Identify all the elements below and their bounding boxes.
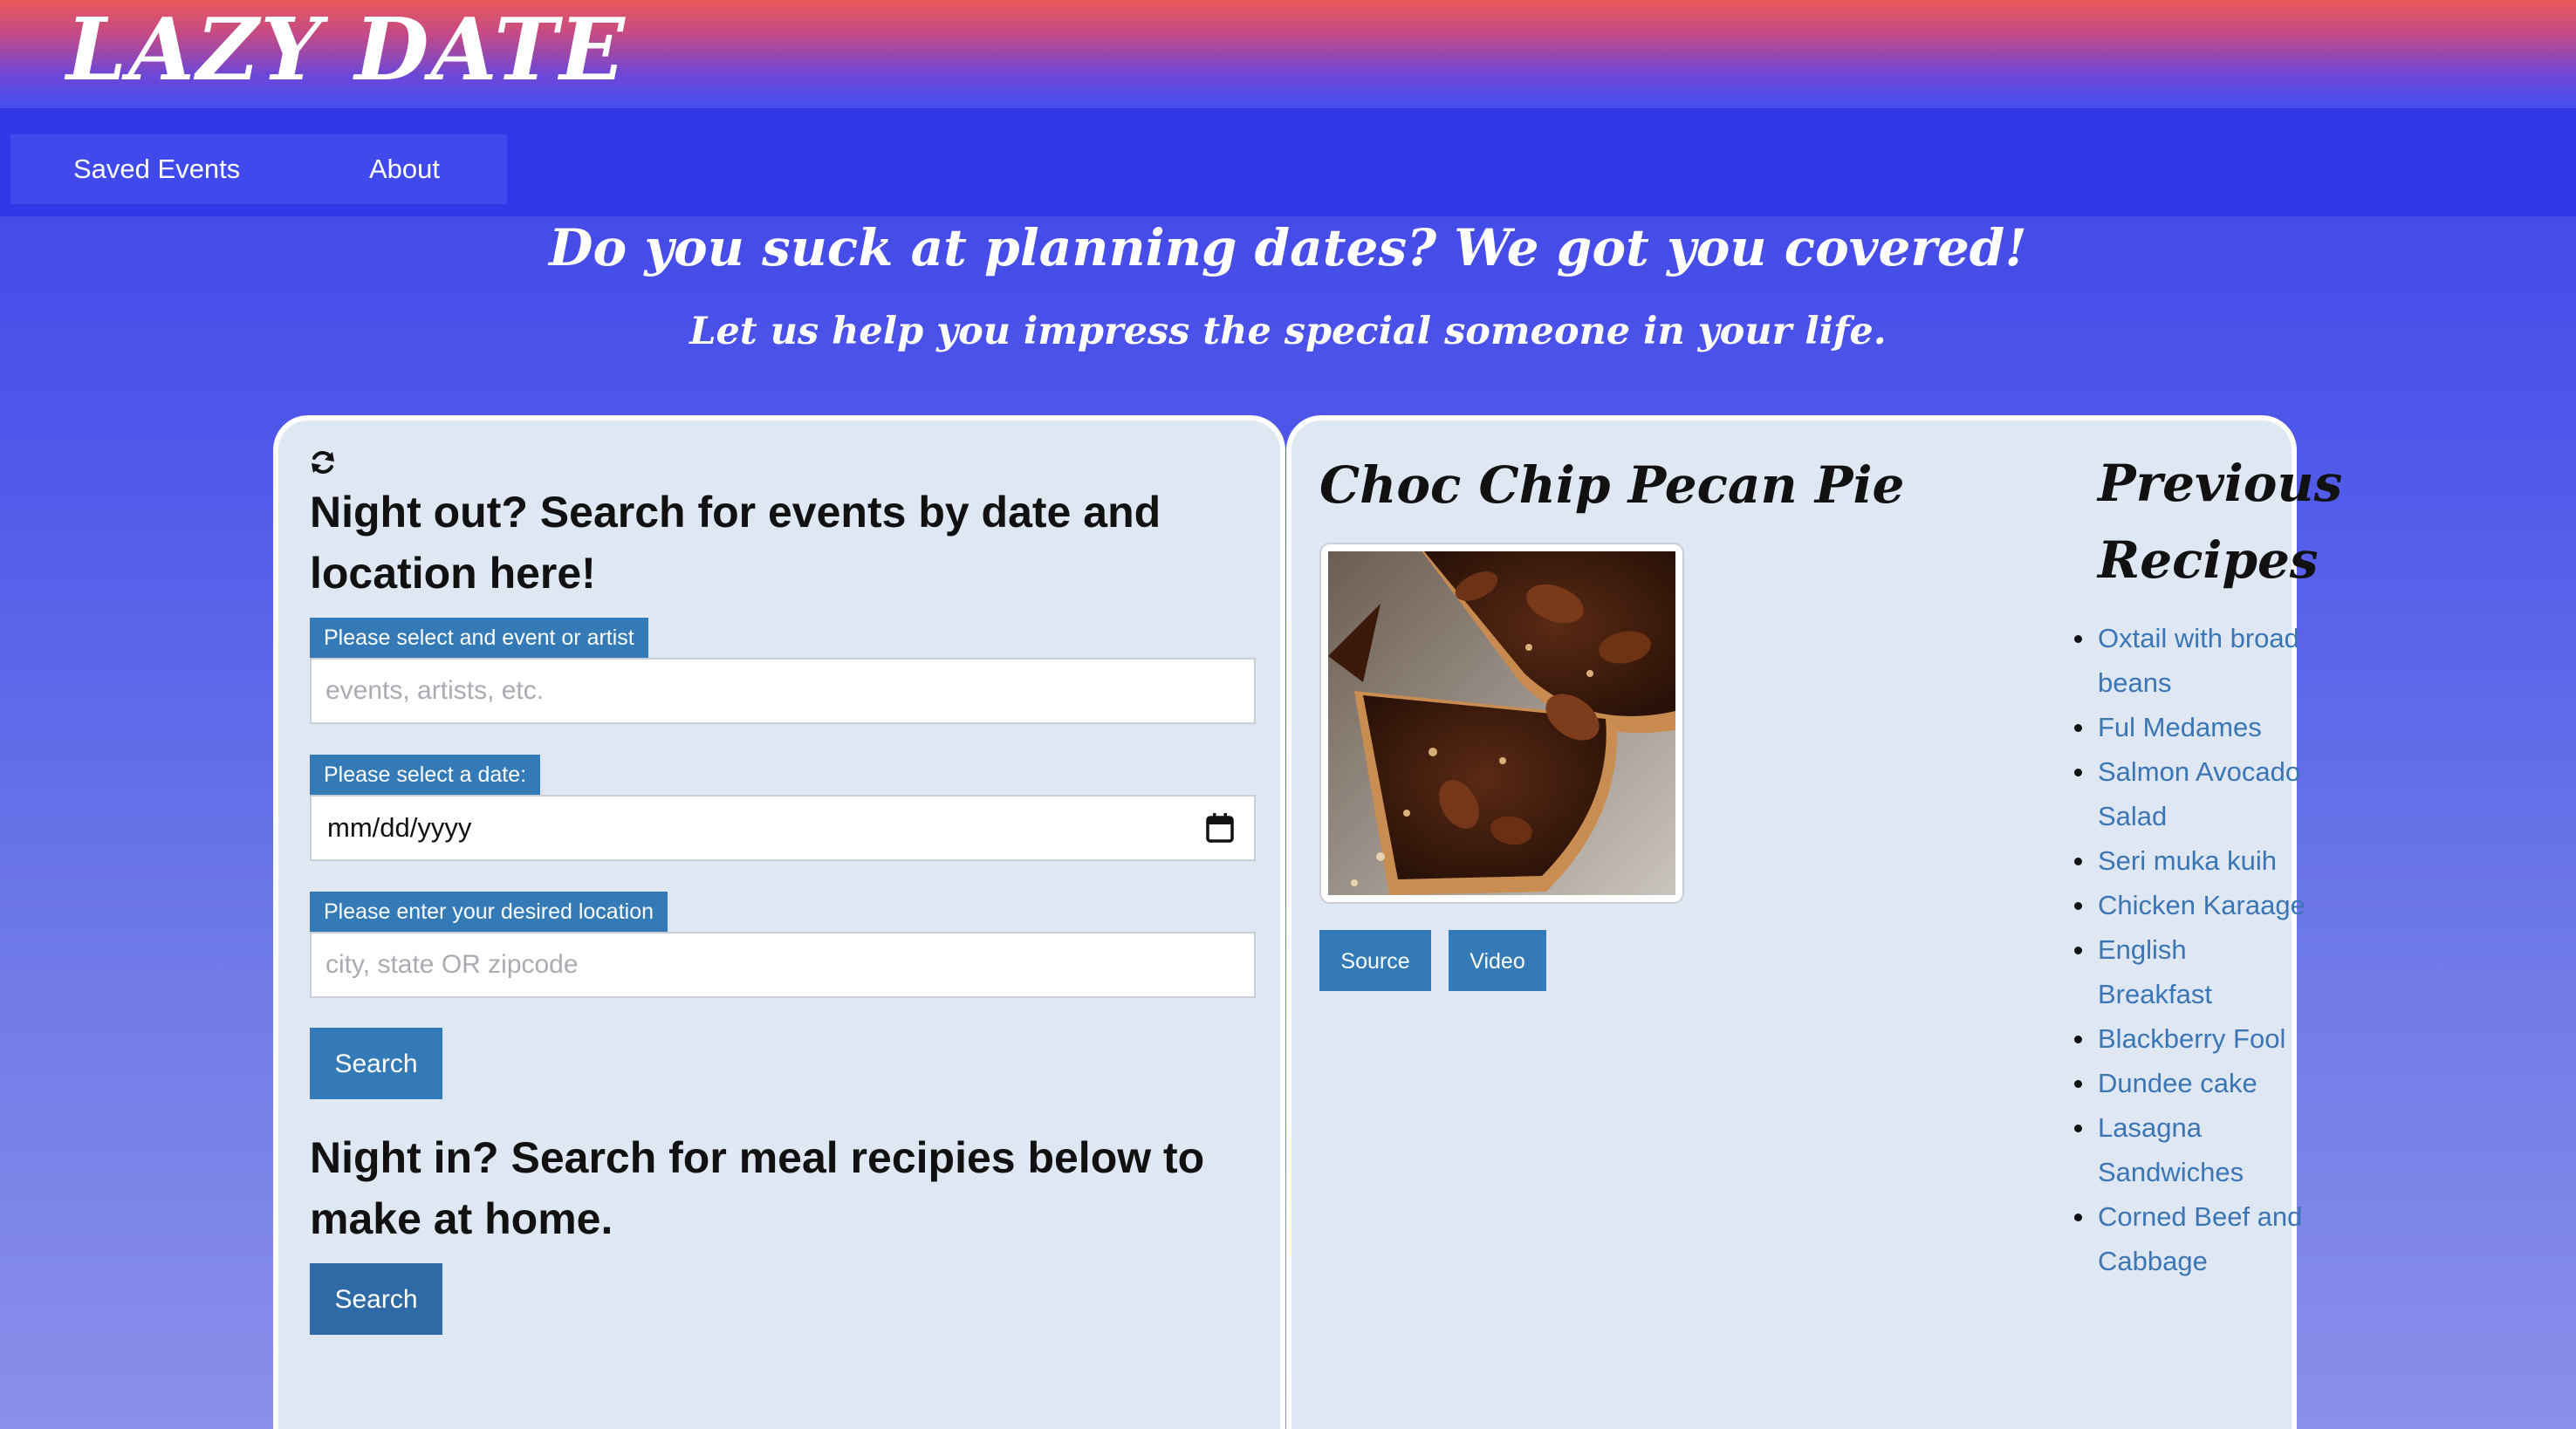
hero-subtitle: Let us help you impress the special some… bbox=[689, 310, 1887, 353]
meals-heading: Night in? Search for meal recipies below… bbox=[310, 1133, 1205, 1243]
previous-recipe-item[interactable]: Lasagna Sandwiches bbox=[2074, 1105, 2307, 1194]
date-picker-input[interactable]: mm/dd/yyyy bbox=[310, 795, 1256, 861]
event-search-button[interactable]: Search bbox=[310, 1028, 442, 1099]
previous-recipe-item[interactable]: Seri muka kuih bbox=[2074, 838, 2307, 883]
previous-recipe-item[interactable]: English Breakfast bbox=[2074, 927, 2307, 1016]
recipe-source-button[interactable]: Source bbox=[1319, 930, 1431, 991]
previous-recipe-item[interactable]: Ful Medames bbox=[2074, 705, 2307, 749]
refresh-icon[interactable] bbox=[309, 448, 337, 476]
previous-recipe-item[interactable]: Chicken Karaage bbox=[2074, 883, 2307, 927]
event-field-label: Please select and event or artist bbox=[310, 618, 648, 658]
date-value: mm/dd/yyyy bbox=[327, 812, 472, 843]
events-heading: Night out? Search for events by date and… bbox=[310, 488, 1161, 598]
event-search-input[interactable] bbox=[310, 658, 1256, 724]
recipe-image bbox=[1328, 551, 1675, 895]
previous-recipe-item[interactable]: Blackberry Fool bbox=[2074, 1016, 2307, 1061]
nav-saved-events-link[interactable]: Saved Events bbox=[73, 134, 240, 204]
location-input[interactable] bbox=[310, 932, 1256, 998]
previous-recipe-item[interactable]: Oxtail with broad beans bbox=[2074, 616, 2307, 705]
search-card: Night out? Search for events by date and… bbox=[273, 415, 1285, 1429]
recipe-title: Choc Chip Pecan Pie bbox=[1319, 455, 1905, 515]
nav-about-link[interactable]: About bbox=[369, 134, 440, 204]
recipe-card: Choc Chip Pecan Pie Source Video Previou… bbox=[1286, 415, 2342, 1429]
previous-recipes-list: Oxtail with broad beans Ful Medames Salm… bbox=[2074, 616, 2307, 1283]
meal-search-button[interactable]: Search bbox=[310, 1263, 442, 1335]
recipe-video-button[interactable]: Video bbox=[1449, 930, 1546, 991]
date-field-label: Please select a date: bbox=[310, 755, 541, 795]
hero-title: Do you suck at planning dates? We got yo… bbox=[549, 218, 2027, 277]
location-field-label: Please enter your desired location bbox=[310, 892, 668, 932]
site-logo[interactable]: LAZY DATE bbox=[66, 0, 627, 101]
calendar-icon[interactable] bbox=[1205, 812, 1235, 844]
navbar: Saved Events About bbox=[0, 108, 2576, 216]
site-header: LAZY DATE bbox=[0, 0, 2576, 108]
previous-recipe-item[interactable]: Corned Beef and Cabbage bbox=[2074, 1194, 2307, 1283]
previous-recipes-title: Previous Recipes bbox=[2098, 454, 2343, 590]
recipe-image-frame bbox=[1319, 543, 1684, 904]
previous-recipe-item[interactable]: Salmon Avocado Salad bbox=[2074, 749, 2307, 838]
previous-recipe-item[interactable]: Dundee cake bbox=[2074, 1061, 2307, 1105]
nav-links: Saved Events About bbox=[10, 134, 507, 204]
